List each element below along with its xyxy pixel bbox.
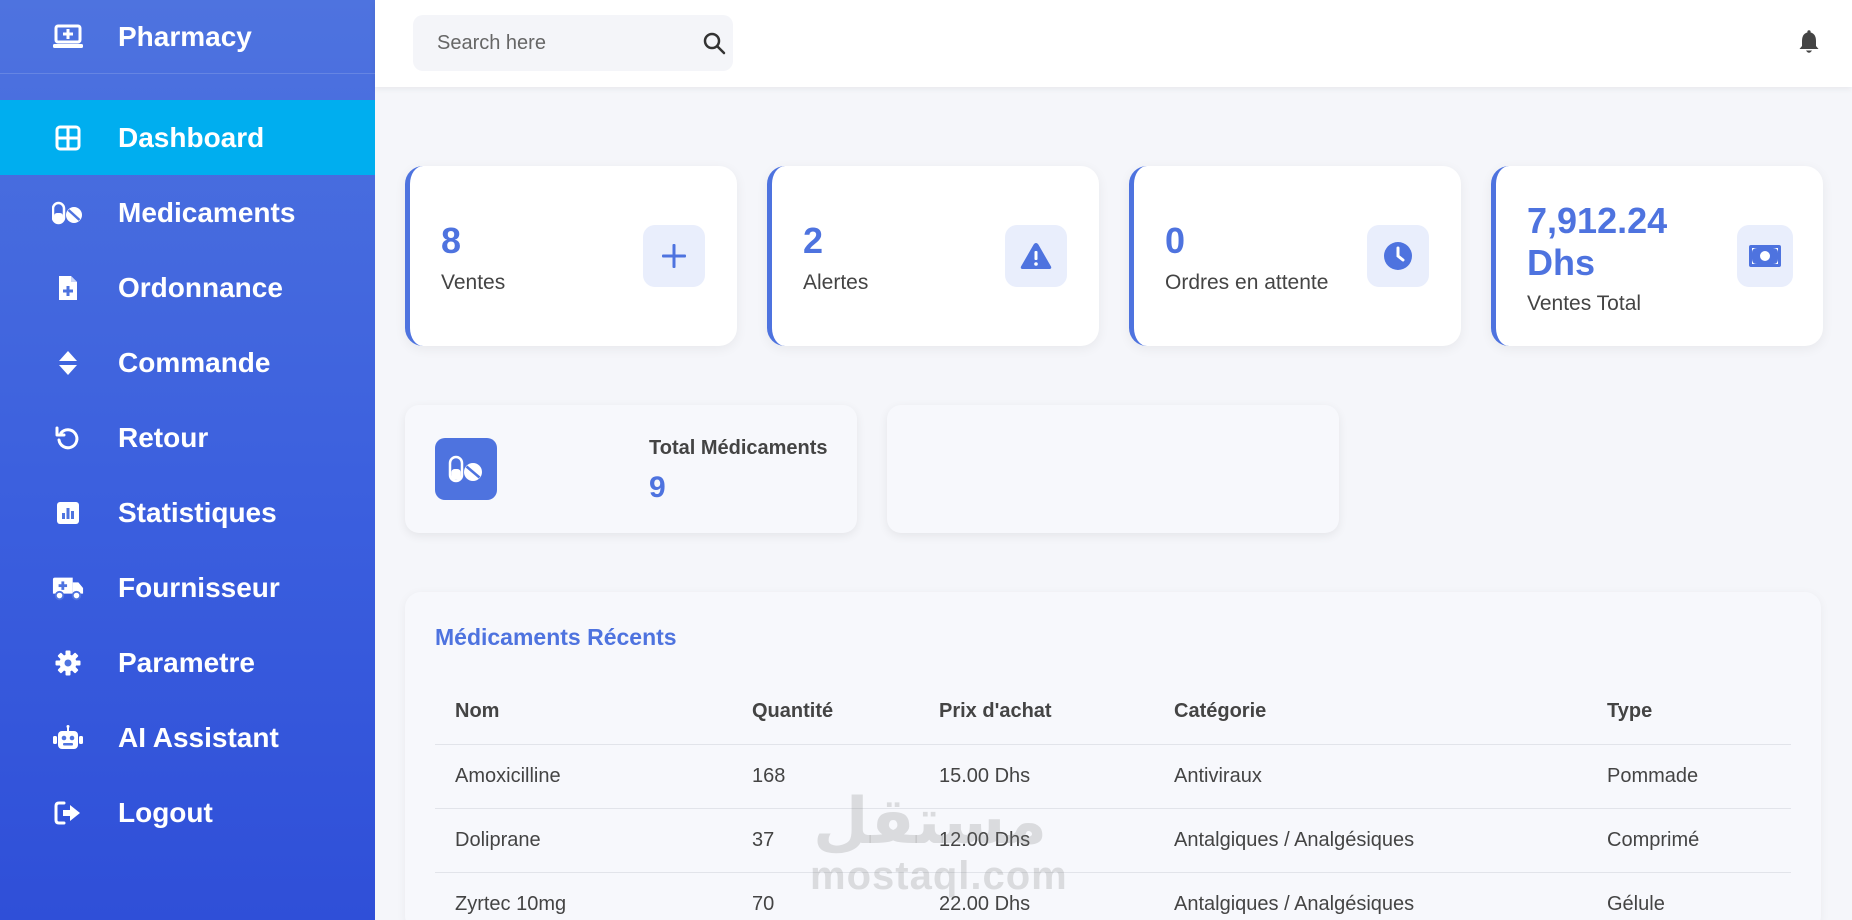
cell-type: Comprimé [1587, 808, 1791, 873]
cell-prix: 22.00 Dhs [919, 872, 1154, 920]
sidebar-item-ai-assistant[interactable]: AI Assistant [0, 700, 375, 775]
recent-medicaments-panel: Médicaments Récents Nom Quantité Prix d'… [405, 592, 1821, 920]
cell-nom: Doliprane [435, 808, 732, 873]
stat-card-ordres[interactable]: 0 Ordres en attente [1129, 166, 1461, 346]
sidebar-item-retour[interactable]: Retour [0, 400, 375, 475]
cell-quantite: 168 [732, 744, 919, 809]
cell-nom: Amoxicilline [435, 744, 732, 809]
sidebar-nav: Dashboard Medicaments Ordonnance Command… [0, 100, 375, 850]
bell-icon[interactable] [1798, 30, 1822, 56]
table-row[interactable]: Doliprane 37 12.00 Dhs Antalgiques / Ana… [435, 808, 1791, 873]
sidebar-item-statistiques[interactable]: Statistiques [0, 475, 375, 550]
sidebar-item-medicaments[interactable]: Medicaments [0, 175, 375, 250]
search-icon[interactable] [702, 31, 726, 55]
empty-card [887, 405, 1339, 533]
sidebar-item-commande[interactable]: Commande [0, 325, 375, 400]
cell-type: Gélule [1587, 872, 1791, 920]
cell-nom: Zyrtec 10mg [435, 872, 732, 920]
sidebar-item-label: Medicaments [118, 196, 296, 228]
search-box[interactable] [413, 15, 733, 71]
cell-quantite: 70 [732, 872, 919, 920]
sidebar-item-label: Ordonnance [118, 271, 283, 303]
chart-bar-icon [52, 497, 84, 529]
sidebar-item-parametre[interactable]: Parametre [0, 625, 375, 700]
pills-icon [435, 438, 497, 500]
brand-name: Pharmacy [118, 20, 252, 52]
stat-card-ventes-total[interactable]: 7,912.24 Dhs Ventes Total [1491, 166, 1823, 346]
plus-icon [643, 225, 705, 287]
brand[interactable]: Pharmacy [0, 0, 375, 74]
recent-medicaments-title: Médicaments Récents [435, 624, 677, 650]
money-icon [1737, 225, 1793, 287]
topbar [375, 0, 1852, 87]
sidebar-item-dashboard[interactable]: Dashboard [0, 100, 375, 175]
stat-card-ventes[interactable]: 8 Ventes [405, 166, 737, 346]
cell-prix: 15.00 Dhs [919, 744, 1154, 809]
stat-value: 0 [1165, 220, 1186, 261]
cell-categorie: Antiviraux [1154, 744, 1587, 809]
undo-icon [52, 422, 84, 454]
sidebar-item-label: Parametre [118, 646, 255, 678]
stat-value: 7,912.24 Dhs [1527, 200, 1668, 283]
stat-value: 8 [441, 220, 462, 261]
sidebar-item-label: Fournisseur [118, 571, 280, 603]
column-header-categorie[interactable]: Catégorie [1154, 680, 1587, 745]
pills-icon [52, 197, 84, 229]
cell-categorie: Antalgiques / Analgésiques [1154, 808, 1587, 873]
cell-categorie: Antalgiques / Analgésiques [1154, 872, 1587, 920]
total-medicaments-card[interactable]: Total Médicaments 9 [405, 405, 857, 533]
recent-medicaments-table: Nom Quantité Prix d'achat Catégorie Type… [435, 680, 1791, 920]
sidebar-item-ordonnance[interactable]: Ordonnance [0, 250, 375, 325]
gear-icon [52, 647, 84, 679]
warning-icon [1005, 225, 1067, 287]
sidebar-item-label: AI Assistant [118, 721, 279, 753]
search-input[interactable] [437, 31, 702, 55]
file-medical-icon [52, 272, 84, 304]
robot-icon [52, 722, 84, 754]
column-header-quantite[interactable]: Quantité [732, 680, 919, 745]
sidebar-item-label: Statistiques [118, 496, 277, 528]
stat-card-alertes[interactable]: 2 Alertes [767, 166, 1099, 346]
sidebar-item-label: Retour [118, 421, 209, 453]
sidebar-item-fournisseur[interactable]: Fournisseur [0, 550, 375, 625]
laptop-medical-icon [52, 21, 84, 53]
cell-type: Pommade [1587, 744, 1791, 809]
table-row[interactable]: Amoxicilline 168 15.00 Dhs Antiviraux Po… [435, 744, 1791, 809]
clock-icon [1367, 225, 1429, 287]
logout-icon [52, 797, 84, 829]
stat-label: Ventes [441, 271, 506, 294]
column-header-prix[interactable]: Prix d'achat [919, 680, 1154, 745]
table-row[interactable]: Zyrtec 10mg 70 22.00 Dhs Antalgiques / A… [435, 872, 1791, 920]
sidebar-item-label: Logout [118, 796, 213, 828]
sidebar-item-label: Commande [118, 346, 271, 378]
grid-icon [52, 122, 84, 154]
ambulance-icon [52, 572, 84, 604]
table-header-row: Nom Quantité Prix d'achat Catégorie Type [435, 680, 1791, 745]
sidebar: Pharmacy Dashboard Medicaments Ordonnanc… [0, 0, 375, 920]
column-header-nom[interactable]: Nom [435, 680, 732, 745]
sort-icon [52, 347, 84, 379]
stat-label: Ordres en attente [1165, 271, 1329, 294]
sidebar-item-label: Dashboard [118, 121, 265, 153]
stat-label: Alertes [803, 271, 869, 294]
sidebar-item-logout[interactable]: Logout [0, 775, 375, 850]
stat-label: Ventes Total [1527, 292, 1642, 315]
total-medicaments-value: 9 [649, 471, 666, 504]
stat-cards: 8 Ventes 2 Alertes 0 Ordres en attente 7… [405, 166, 1823, 346]
cell-prix: 12.00 Dhs [919, 808, 1154, 873]
column-header-type[interactable]: Type [1587, 680, 1791, 745]
cell-quantite: 37 [732, 808, 919, 873]
stat-value: 2 [803, 220, 824, 261]
total-medicaments-label: Total Médicaments [649, 437, 828, 459]
